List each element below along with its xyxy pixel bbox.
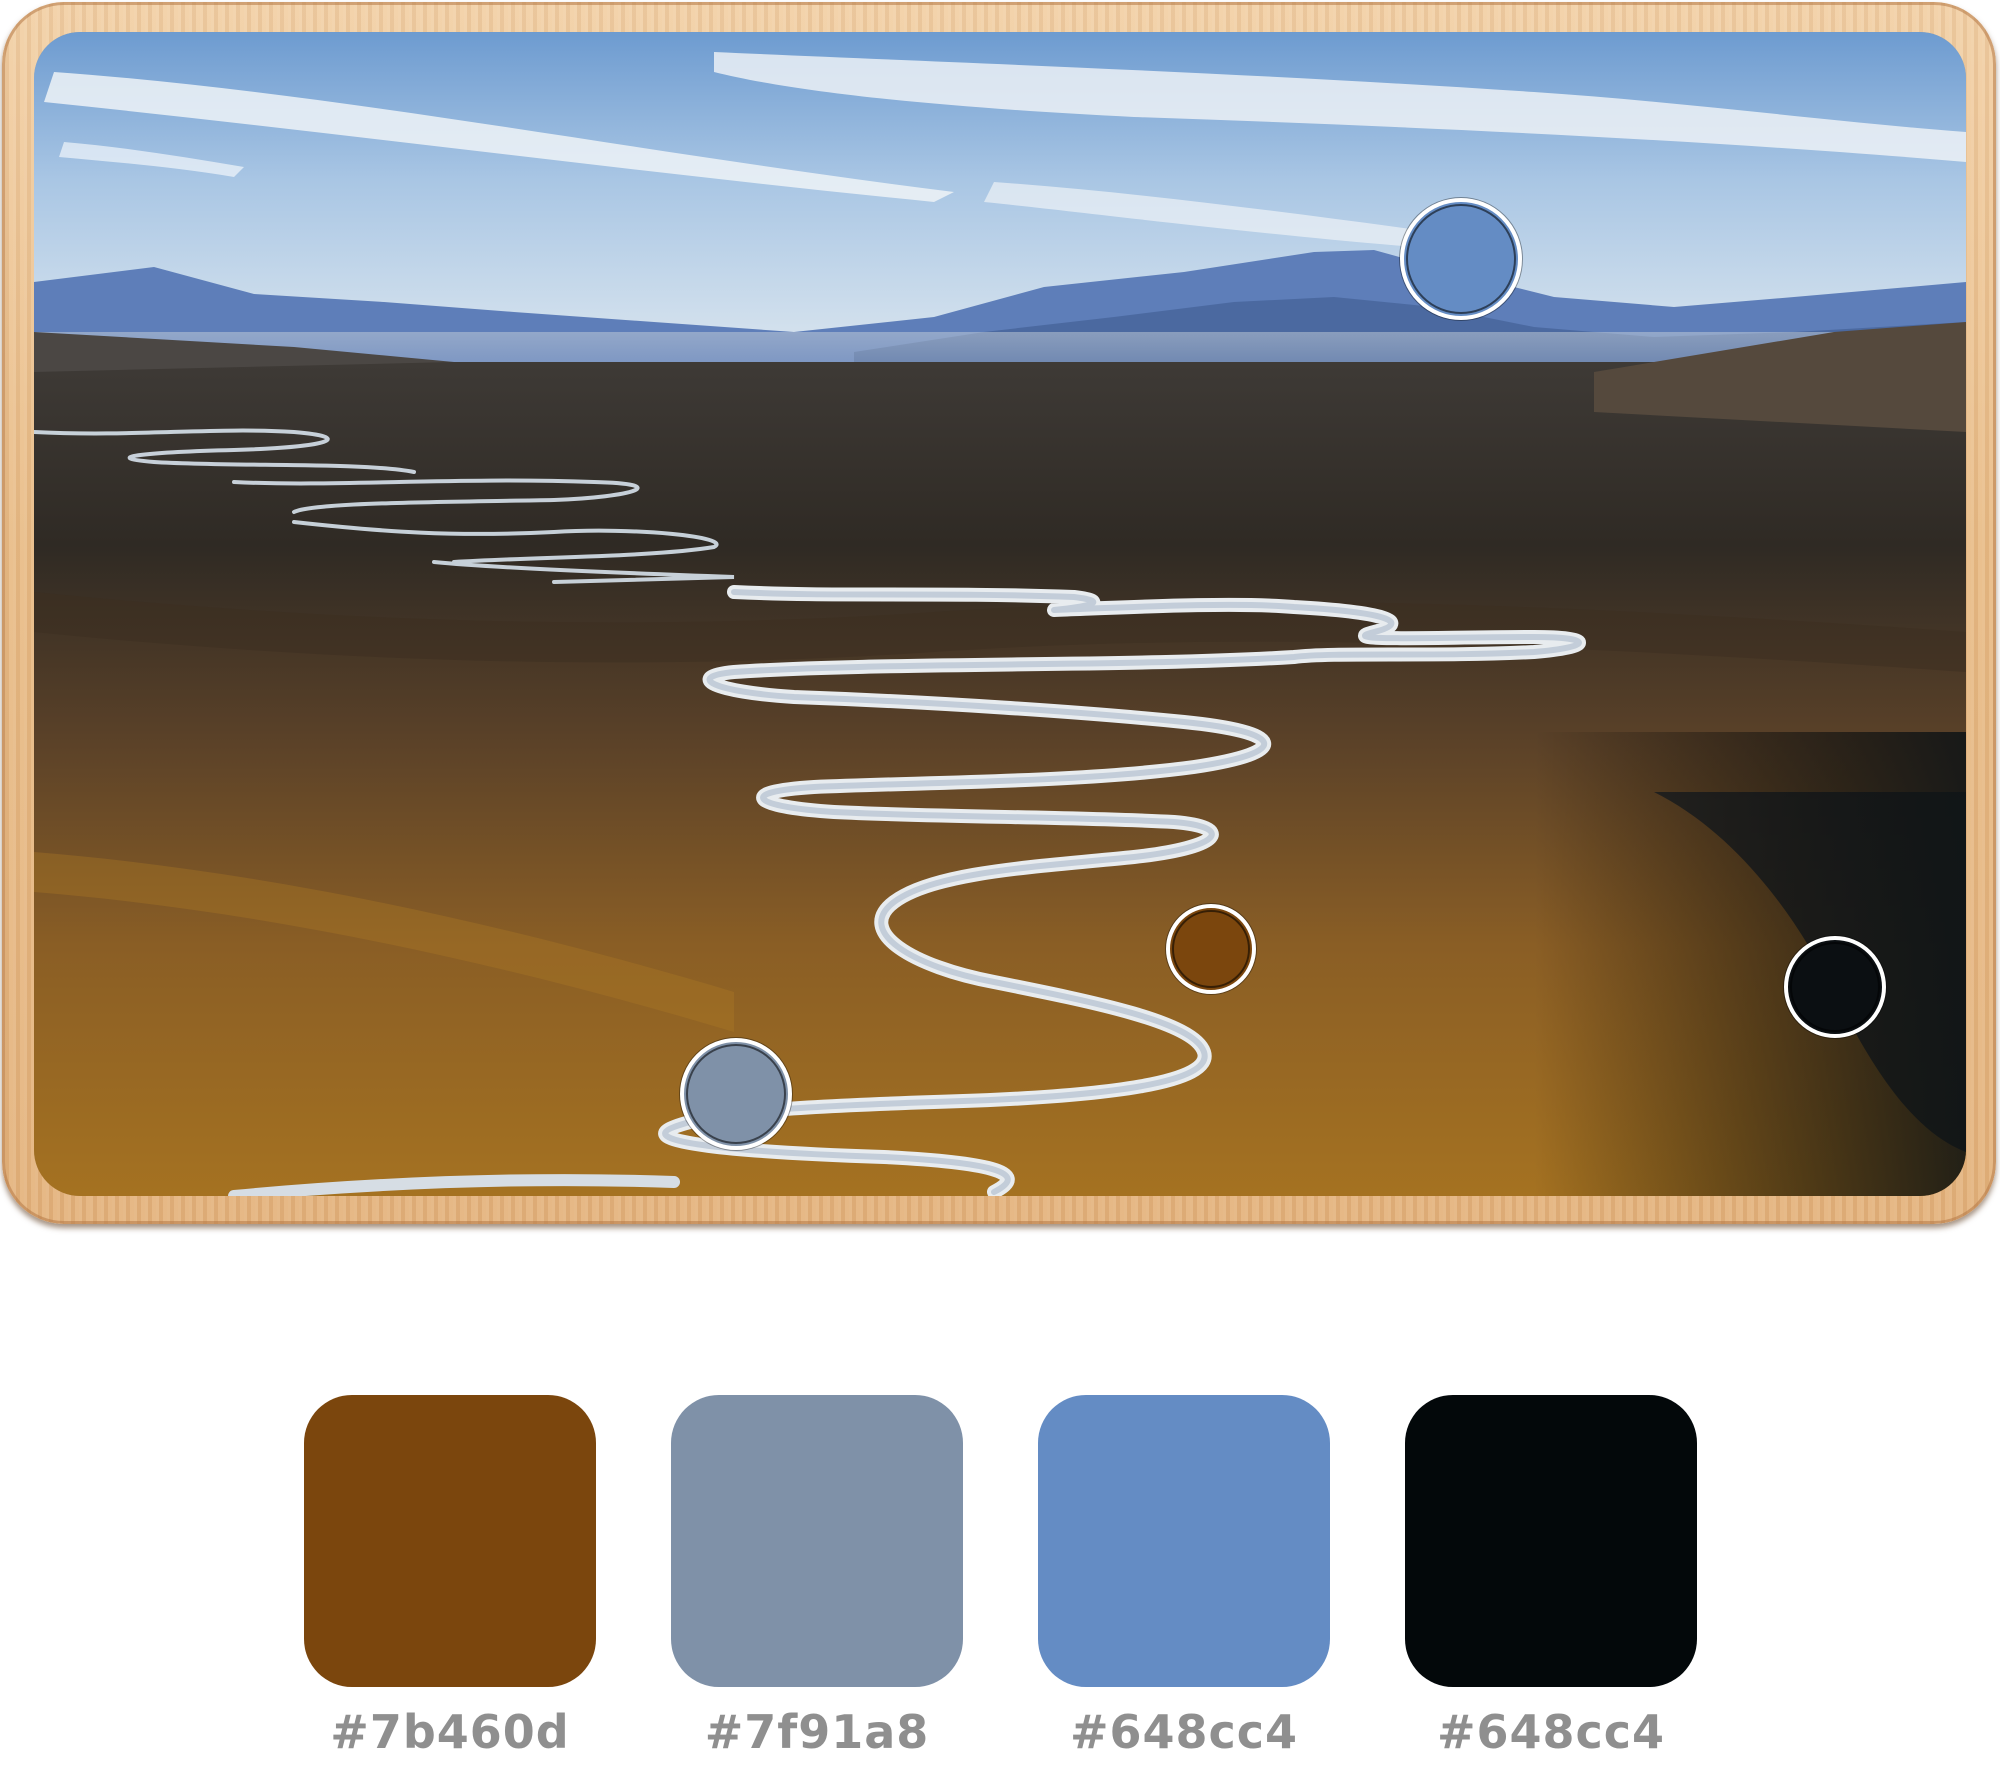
palette-hex-label-2: #7f91a8	[704, 1705, 930, 1759]
palette-hex-label-4: #648cc4	[1436, 1705, 1666, 1759]
landscape-illustration	[34, 32, 1966, 1196]
palette-swatch-1[interactable]	[304, 1395, 596, 1687]
river-marker[interactable]	[680, 1038, 792, 1150]
sky-mountain-marker[interactable]	[1400, 198, 1522, 320]
palette-swatch-3[interactable]	[1038, 1395, 1330, 1687]
palette-swatch-2[interactable]	[671, 1395, 963, 1687]
palette-hex-label-1: #7b460d	[330, 1705, 570, 1759]
shadow-marker[interactable]	[1784, 936, 1886, 1038]
palette-hex-label-3: #648cc4	[1069, 1705, 1299, 1759]
plain-marker[interactable]	[1166, 904, 1256, 994]
palette-swatch-4[interactable]	[1405, 1395, 1697, 1687]
wooden-photo-frame	[2, 2, 1996, 1224]
landscape-photo	[34, 32, 1966, 1196]
